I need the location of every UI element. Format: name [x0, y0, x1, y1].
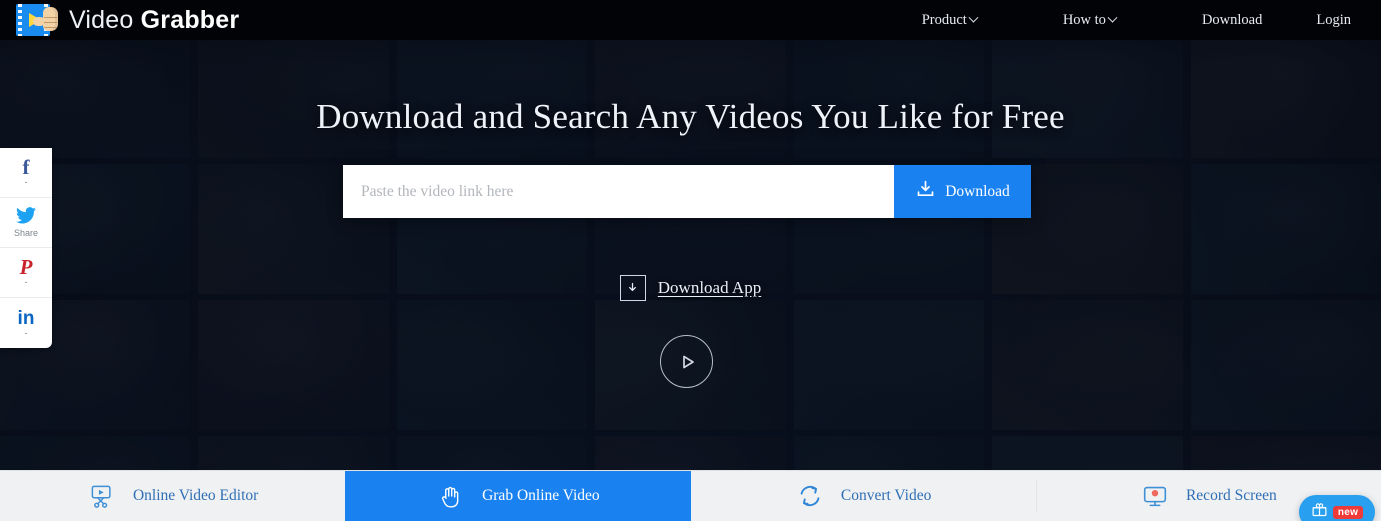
social-share-rail: f - Share P - in -	[0, 148, 52, 348]
collage-thumbnail	[396, 300, 588, 430]
collage-thumbnail	[595, 436, 786, 470]
nav-label: Product	[921, 11, 967, 28]
chevron-down-icon	[968, 12, 979, 23]
download-button-label: Download	[945, 182, 1010, 200]
facebook-share-count: -	[24, 177, 28, 187]
play-video-button[interactable]	[660, 335, 713, 388]
convert-refresh-icon	[795, 481, 825, 511]
monitor-record-icon	[1140, 481, 1170, 511]
nav-label: Download	[1201, 11, 1263, 28]
chevron-down-icon	[1107, 12, 1118, 23]
collage-thumbnail	[1190, 28, 1381, 158]
linkedin-icon: in	[17, 307, 35, 329]
nav-label: Login	[1316, 11, 1351, 28]
gift-icon	[1311, 501, 1328, 521]
pinterest-share-count: -	[24, 277, 28, 287]
video-link-input[interactable]	[343, 165, 894, 218]
twitter-icon	[16, 207, 36, 228]
share-pinterest-button[interactable]: P -	[0, 248, 52, 298]
share-twitter-button[interactable]: Share	[0, 198, 52, 248]
download-app-label: Download App	[657, 278, 762, 297]
page-title: Download and Search Any Videos You Like …	[316, 97, 1065, 136]
collage-thumbnail	[1190, 436, 1381, 470]
download-app-link[interactable]: Download App	[0, 275, 1381, 301]
collage-thumbnail	[198, 436, 389, 470]
collage-thumbnail	[793, 28, 985, 158]
toolbar-item-online-video-editor[interactable]: Online Video Editor	[0, 471, 345, 521]
toolbar-label: Online Video Editor	[132, 487, 259, 504]
bottom-toolbar: Online Video Editor Grab Online Video Co…	[0, 470, 1381, 521]
toolbar-label: Record Screen	[1185, 487, 1277, 504]
video-grabber-logo-icon	[14, 2, 58, 38]
share-facebook-button[interactable]: f -	[0, 148, 52, 198]
nav-item-login[interactable]: Login	[1304, 12, 1363, 29]
collage-thumbnail	[198, 28, 389, 158]
twitter-share-label: Share	[13, 228, 39, 238]
download-app-icon	[619, 275, 646, 301]
brand-title: Video Grabber	[69, 6, 239, 35]
new-badge: new	[1332, 505, 1364, 519]
collage-thumbnail	[595, 28, 786, 158]
nav-item-download[interactable]: Download	[1190, 12, 1274, 29]
download-button[interactable]: Download	[894, 165, 1031, 218]
share-linkedin-button[interactable]: in -	[0, 298, 52, 348]
collage-thumbnail	[1190, 300, 1381, 430]
collage-thumbnail	[0, 436, 191, 470]
brand-logo[interactable]: Video Grabber	[0, 2, 239, 38]
video-thumbnail-collage	[0, 28, 1381, 470]
video-editor-icon	[87, 481, 117, 511]
collage-thumbnail	[992, 300, 1183, 430]
gift-promo-button[interactable]: new	[1299, 495, 1375, 521]
toolbar-label: Convert Video	[840, 487, 932, 504]
facebook-icon: f	[22, 155, 30, 179]
video-link-search-bar: Download	[343, 165, 1031, 218]
nav-item-product[interactable]: Product	[910, 12, 989, 29]
collage-thumbnail	[396, 28, 588, 158]
brand-word-2: Grabber	[140, 5, 240, 34]
play-icon	[682, 355, 694, 368]
collage-thumbnail	[793, 300, 985, 430]
toolbar-label: Grab Online Video	[482, 487, 600, 504]
main-menu: Product How to Download Login	[910, 12, 1381, 29]
brand-word-1: Video	[69, 5, 134, 34]
download-icon	[915, 179, 936, 205]
collage-thumbnail	[992, 436, 1183, 470]
top-navigation-bar: Video Grabber Product How to Download Lo…	[0, 0, 1381, 40]
toolbar-item-grab-online-video[interactable]: Grab Online Video	[345, 471, 691, 521]
nav-label: How to	[1062, 11, 1106, 28]
pinterest-icon: P	[19, 255, 33, 279]
nav-item-how-to[interactable]: How to	[1051, 12, 1128, 29]
hero-section	[0, 0, 1381, 470]
toolbar-item-convert-video[interactable]: Convert Video	[691, 471, 1036, 521]
page-root: Video Grabber Product How to Download Lo…	[0, 0, 1381, 521]
collage-thumbnail	[198, 300, 389, 430]
linkedin-share-count: -	[24, 327, 28, 338]
hand-grab-icon	[436, 481, 466, 511]
collage-thumbnail	[396, 436, 588, 470]
collage-thumbnail	[992, 28, 1183, 158]
collage-thumbnail	[0, 28, 191, 158]
collage-thumbnail	[793, 436, 985, 470]
